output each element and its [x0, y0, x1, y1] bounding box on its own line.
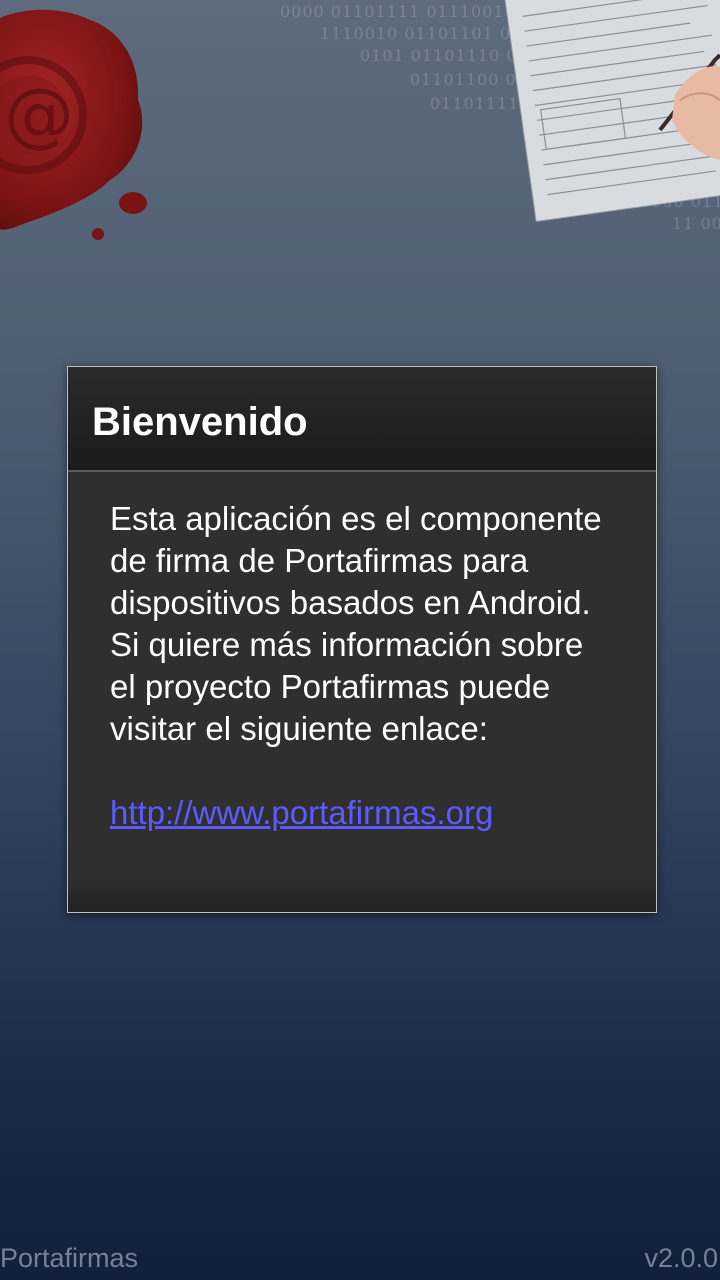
footer-app-name: Portafirmas: [0, 1243, 139, 1273]
signing-document-illustration: [503, 0, 720, 223]
dialog-message: Esta aplicación es el componente de firm…: [110, 500, 602, 747]
binary-text-line: 11 00: [672, 214, 720, 233]
dialog-title: Bienvenido: [92, 400, 308, 444]
wax-seal-at-sign-icon: @: [0, 9, 147, 240]
dialog-header: Bienvenido: [68, 367, 656, 472]
dialog-body: Esta aplicación es el componente de firm…: [68, 472, 656, 834]
binary-text-line: 1110010 01101101 0: [320, 24, 512, 43]
portafirmas-website-link[interactable]: http://www.portafirmas.org: [110, 792, 493, 834]
binary-text-line: 01101100 01: [410, 70, 528, 89]
svg-text:@: @: [4, 73, 74, 155]
welcome-dialog: Bienvenido Esta aplicación es el compone…: [67, 366, 657, 913]
binary-text-line: 0000 011: [640, 192, 720, 211]
binary-text-line: 01101111 01: [430, 94, 548, 113]
binary-text-line: 0000 01101111 01110010: [280, 2, 516, 21]
dialog-bottom-shade: [68, 872, 656, 912]
footer-version: v2.0.0: [644, 1243, 718, 1273]
binary-text-line: 0101 01101110 01: [360, 46, 529, 65]
